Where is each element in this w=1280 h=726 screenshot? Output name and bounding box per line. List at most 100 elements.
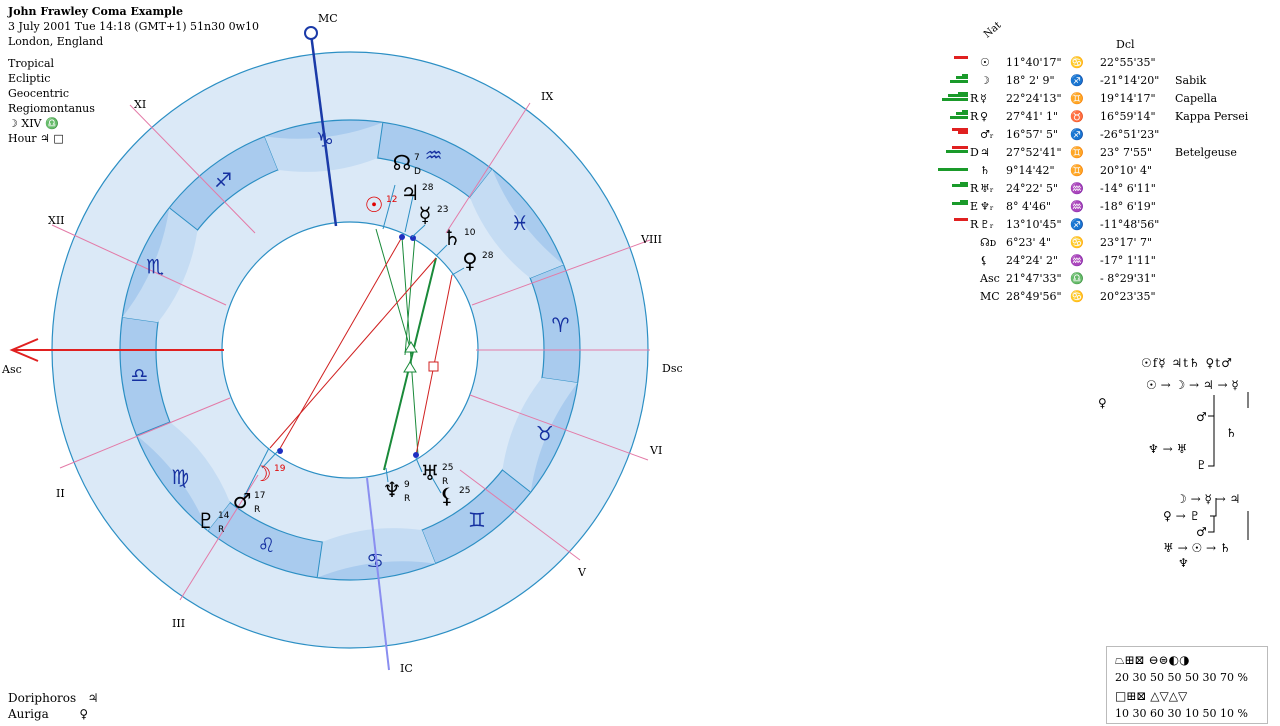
reception-chain: ♀ → ♇ [1163, 509, 1201, 523]
position-pos: 13°10'45" [1006, 218, 1062, 231]
position-dcl: - 8°29'31" [1100, 272, 1156, 285]
sign-glyph: ♌ [257, 533, 275, 557]
planet-glyph: ♀ [462, 249, 477, 273]
strength-bar [954, 218, 968, 221]
strength-bar [950, 116, 968, 119]
position-pos: 6°23' 4" [1006, 236, 1052, 249]
position-pos: 24°22' 5" [1006, 182, 1059, 195]
position-glyph: ♇ᵣ [980, 218, 994, 231]
dignity-summary: ☉f☿ ♃t♄ ♀t♂ [1141, 356, 1233, 370]
position-glyph: ♆ᵣ [980, 200, 994, 213]
position-sign: ♋ [1070, 236, 1084, 249]
aspect-dot [413, 452, 419, 458]
reception-node: ♂ [1196, 410, 1207, 424]
position-sign: ♐ [1070, 218, 1084, 231]
asc-label: Asc [1, 363, 22, 376]
connector [1208, 395, 1215, 467]
position-star: Kappa Persei [1175, 110, 1249, 123]
house-label-xii: XII [48, 214, 65, 227]
column-header-dcl: Dcl [1116, 38, 1135, 51]
position-glyph: ⚸ [980, 254, 989, 267]
planet-degree: 14 [218, 511, 230, 521]
position-sign: ♋ [1070, 56, 1084, 69]
planet-degree: 12 [386, 195, 397, 205]
dsc-label: Dsc [662, 362, 683, 375]
planet-status: R [254, 505, 260, 515]
planet-glyph: ☊ [393, 151, 412, 175]
planet-degree: 28 [482, 251, 494, 261]
position-pos: 18° 2' 9" [1006, 74, 1055, 87]
mc-marker [304, 26, 318, 40]
position-row: D ♃ 27°52'41" ♊ 23° 7'55" Betelgeuse [940, 146, 1270, 164]
planet-glyph: ♄ [443, 226, 462, 250]
planet-glyph: ♆ [383, 478, 402, 502]
position-row: ♄ 9°14'42" ♊ 20°10' 4" [938, 164, 1270, 182]
position-flag: R [970, 182, 979, 195]
reception-node: ♇ [1196, 458, 1207, 472]
house-label-vi: VI [649, 444, 662, 457]
planet-status: R [404, 494, 410, 504]
reception-node: ♂ [1196, 525, 1207, 539]
position-pos: 16°57' 5" [1006, 128, 1059, 141]
position-dcl: -11°48'56" [1100, 218, 1160, 231]
strength-bar [952, 202, 968, 205]
strength-bar [942, 98, 968, 101]
planet-degree: 19 [274, 464, 286, 474]
position-dcl: 22°55'35" [1100, 56, 1156, 69]
position-sign: ♎ [1070, 272, 1084, 285]
position-glyph: ♅ᵣ [980, 182, 994, 195]
strength-bar [952, 184, 968, 187]
position-star: Betelgeuse [1175, 146, 1237, 159]
position-flag: E [970, 200, 979, 213]
chart-wheel: ♈♉♊♋♌♍♎♏♐♑♒♓ MC IC Asc Dsc II III V VI V… [1, 12, 683, 675]
position-flag: D [970, 146, 979, 159]
sign-glyph: ♈ [552, 313, 570, 337]
position-row: E ♆ᵣ 8° 4'46" ♒ -18° 6'19" [940, 200, 1270, 218]
sign-glyph: ♐ [214, 168, 232, 192]
position-row: R ☿ 22°24'13" ♊ 19°14'17" Capella [940, 92, 1270, 110]
position-dcl: -18° 6'19" [1100, 200, 1156, 213]
position-row: R ♀ 27°41' 1" ♉ 16°59'14" Kappa Persei [940, 110, 1270, 128]
position-row: ☊ᴅ 6°23' 4" ♋ 23°17' 7" [940, 236, 1270, 254]
position-row: ⚸ 24°24' 2" ♒ -17° 1'11" [940, 254, 1270, 272]
position-dcl: -17° 1'11" [1100, 254, 1156, 267]
position-dcl: -21°14'20" [1100, 74, 1160, 87]
reception-node: ♆ [1178, 556, 1189, 570]
legend-values-row2: 10 30 60 30 10 50 10 % [1115, 707, 1248, 720]
planet-degree: 17 [254, 491, 265, 501]
position-row: R ♅ᵣ 24°22' 5" ♒ -14° 6'11" [940, 182, 1270, 200]
planet-status: R [218, 525, 224, 535]
legend-symbols-row1: ⏢⊞⊠ ⊖⊜◐◑ [1115, 653, 1190, 667]
planet-glyph: ♂ [233, 489, 252, 513]
planet-degree: 28 [422, 183, 434, 193]
column-header-nat: Nat [982, 19, 1004, 41]
position-star: Capella [1175, 92, 1218, 105]
position-pos: 27°52'41" [1006, 146, 1062, 159]
position-dcl: 16°59'14" [1100, 110, 1156, 123]
position-sign: ♒ [1070, 200, 1084, 213]
strength-bar [958, 131, 968, 134]
planet-degree: 10 [464, 228, 476, 238]
position-row: ♂ᵣ 16°57' 5" ♐ -26°51'23" [940, 128, 1270, 146]
position-glyph: Asc [980, 272, 1000, 285]
position-flag: R [970, 218, 979, 231]
position-pos: 24°24' 2" [1006, 254, 1059, 267]
house-label-iii: III [172, 617, 185, 630]
strength-bar [954, 56, 968, 59]
position-row: MC 28°49'56" ♋ 20°23'35" [940, 290, 1270, 308]
strength-bar [956, 112, 968, 115]
position-glyph: ♄ [980, 164, 990, 177]
planet-glyph: ☿ [419, 203, 432, 227]
reception-node: ♀ [1098, 396, 1107, 410]
position-flag: R [970, 110, 979, 123]
square-icon [428, 361, 439, 372]
position-dcl: 20°23'35" [1100, 290, 1156, 303]
position-glyph: ☊ᴅ [980, 236, 997, 249]
position-sign: ♊ [1070, 164, 1084, 177]
planet-glyph: ♃ [401, 181, 420, 205]
position-pos: 27°41' 1" [1006, 110, 1059, 123]
position-glyph: ☉ [980, 56, 990, 69]
position-row: ☽ 18° 2' 9" ♐ -21°14'20" Sabik [940, 74, 1270, 92]
position-sign: ♒ [1070, 182, 1084, 195]
position-sign: ♊ [1070, 146, 1084, 159]
